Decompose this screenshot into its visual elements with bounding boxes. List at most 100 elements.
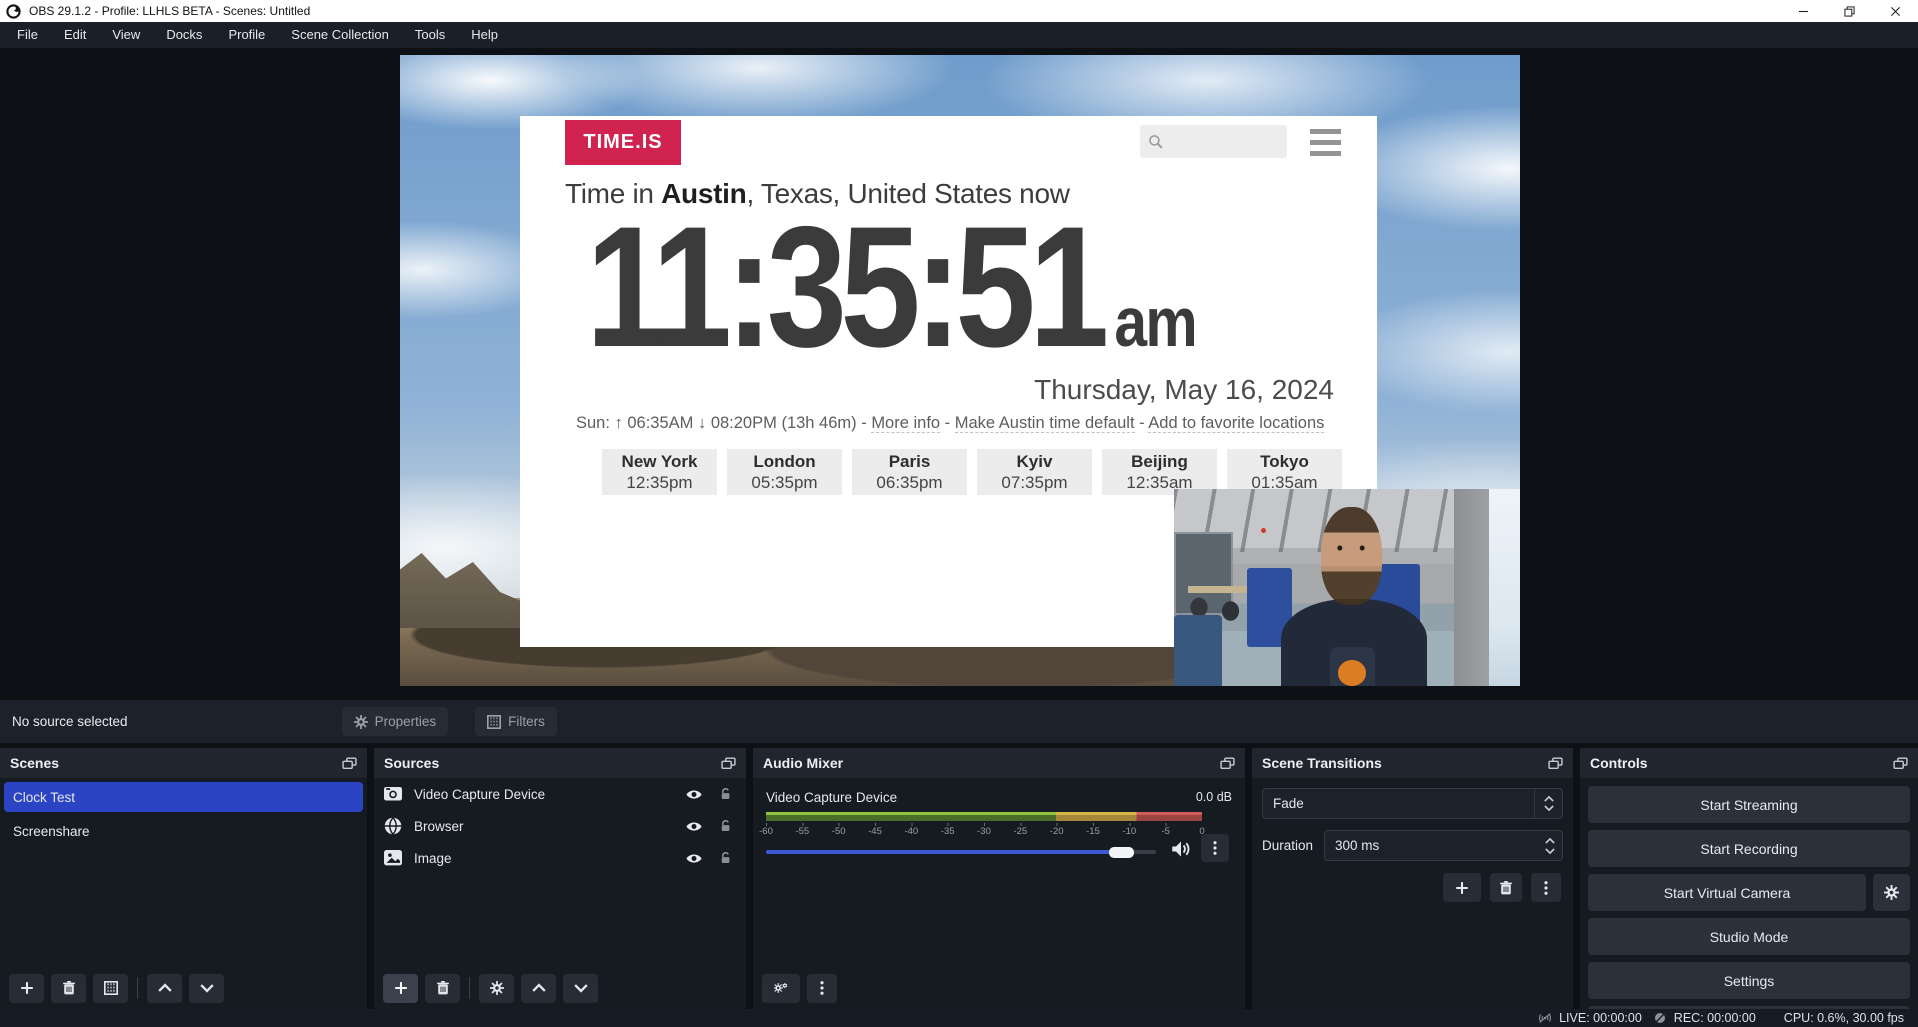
scene-item[interactable]: Clock Test [4, 782, 363, 812]
move-scene-down-button[interactable] [189, 974, 224, 1003]
volume-slider[interactable] [766, 844, 1156, 860]
popout-icon[interactable] [1220, 757, 1235, 770]
search-icon [1148, 134, 1163, 149]
move-source-down-button[interactable] [563, 974, 598, 1003]
start-streaming-button[interactable]: Start Streaming [1588, 786, 1910, 823]
duration-label: Duration [1262, 838, 1324, 853]
audio-mixer-dock: Audio Mixer Video Capture Device 0.0 dB … [753, 748, 1245, 1009]
source-item[interactable]: Video Capture Device [374, 778, 746, 810]
add-scene-button[interactable] [9, 974, 44, 1003]
toolbar-separator [137, 977, 138, 999]
popout-icon[interactable] [1548, 757, 1563, 770]
transition-menu-button[interactable] [1531, 873, 1561, 902]
scene-filters-button[interactable] [93, 974, 128, 1003]
duration-spinbox[interactable]: 300 ms [1324, 830, 1563, 861]
remove-scene-button[interactable] [51, 974, 86, 1003]
start-virtual-camera-button[interactable]: Start Virtual Camera [1588, 874, 1866, 911]
virtual-camera-config-button[interactable] [1873, 874, 1910, 911]
visibility-eye-icon[interactable] [685, 788, 703, 801]
sources-dock-header[interactable]: Sources [374, 748, 746, 778]
chevron-up-icon [532, 981, 546, 995]
restore-button[interactable] [1826, 0, 1872, 22]
mixer-menu-button[interactable] [807, 974, 837, 1003]
scene-item[interactable]: Screenshare [4, 816, 363, 846]
remove-source-button[interactable] [425, 974, 460, 1003]
transition-select[interactable]: Fade [1262, 788, 1563, 819]
lock-icon[interactable] [719, 851, 732, 865]
properties-button[interactable]: Properties [342, 707, 449, 736]
kebab-icon [815, 981, 829, 995]
filter-icon [487, 715, 501, 729]
webcam-window [1489, 489, 1520, 686]
menu-edit[interactable]: Edit [51, 22, 99, 48]
scenes-toolbar [0, 967, 367, 1009]
scenes-dock-header[interactable]: Scenes [0, 748, 367, 778]
mixer-channel-name: Video Capture Device [766, 790, 897, 805]
source-item[interactable]: Image [374, 842, 746, 874]
settings-button[interactable]: Settings [1588, 962, 1910, 999]
mixer-channel-menu-button[interactable] [1201, 834, 1229, 862]
lock-icon[interactable] [719, 787, 732, 801]
lock-icon[interactable] [719, 819, 732, 833]
scenes-dock: Scenes Clock Test Screenshare [0, 748, 367, 1009]
studio-mode-button[interactable]: Studio Mode [1588, 918, 1910, 955]
filter-icon [104, 981, 118, 995]
chevron-down-icon [574, 981, 588, 995]
toolbar-separator [469, 977, 470, 999]
visibility-eye-icon[interactable] [685, 820, 703, 833]
move-source-up-button[interactable] [521, 974, 556, 1003]
add-transition-button[interactable] [1443, 873, 1481, 902]
filters-button[interactable]: Filters [475, 707, 557, 736]
world-clock-cell: London05:35pm [727, 449, 842, 495]
globe-icon [384, 818, 402, 834]
popout-icon[interactable] [721, 757, 736, 770]
move-scene-up-button[interactable] [147, 974, 182, 1003]
minimize-button[interactable] [1780, 0, 1826, 22]
chevron-up-icon [158, 981, 172, 995]
menu-file[interactable]: File [4, 22, 51, 48]
audio-level-meter [766, 812, 1202, 821]
sources-list: Video Capture Device Browser [374, 778, 746, 967]
stream-signal-icon [1537, 1012, 1553, 1024]
remove-transition-button[interactable] [1490, 873, 1522, 902]
popout-icon[interactable] [1893, 757, 1908, 770]
webcam-overlay [1174, 489, 1520, 686]
combo-arrows[interactable] [1534, 789, 1562, 818]
start-recording-button[interactable]: Start Recording [1588, 830, 1910, 867]
audio-mixer-header[interactable]: Audio Mixer [753, 748, 1245, 778]
kebab-icon [1539, 881, 1553, 895]
spin-arrows[interactable] [1538, 838, 1562, 854]
speaker-icon[interactable] [1171, 840, 1191, 858]
menu-help[interactable]: Help [458, 22, 511, 48]
trash-icon [1499, 881, 1513, 895]
source-properties-button[interactable] [479, 974, 514, 1003]
popout-icon[interactable] [342, 757, 357, 770]
preview-stage: TIME.IS Time in Austin, Texas, United St… [0, 48, 1918, 700]
chevron-down-icon [200, 981, 214, 995]
meridiem: am [1114, 282, 1196, 362]
current-date: Thursday, May 16, 2024 [1034, 374, 1334, 406]
double-gear-icon [774, 981, 788, 995]
menu-view[interactable]: View [99, 22, 153, 48]
mixer-toolbar [753, 967, 1245, 1009]
source-item[interactable]: Browser [374, 810, 746, 842]
add-source-button[interactable] [383, 974, 418, 1003]
controls-header[interactable]: Controls [1580, 748, 1918, 778]
volume-slider-handle[interactable] [1109, 847, 1134, 858]
advanced-audio-button[interactable] [762, 974, 800, 1003]
sun-info-line: Sun: ↑ 06:35AM ↓ 08:20PM (13h 46m) - Mor… [576, 414, 1336, 433]
transitions-header[interactable]: Scene Transitions [1252, 748, 1573, 778]
webcam-presenter-eyes [1331, 542, 1371, 554]
close-button[interactable] [1872, 0, 1918, 22]
gear-icon [490, 981, 504, 995]
timeis-logo: TIME.IS [565, 120, 681, 165]
menu-profile[interactable]: Profile [215, 22, 278, 48]
menu-docks[interactable]: Docks [153, 22, 215, 48]
menu-scene-collection[interactable]: Scene Collection [278, 22, 402, 48]
webcam-presenter-head [1321, 507, 1382, 606]
preview-canvas[interactable]: TIME.IS Time in Austin, Texas, United St… [400, 55, 1520, 686]
visibility-eye-icon[interactable] [685, 852, 703, 865]
scene-transitions-dock: Scene Transitions Fade Duration 300 ms [1252, 748, 1573, 1009]
menu-tools[interactable]: Tools [402, 22, 458, 48]
image-icon [384, 850, 402, 866]
